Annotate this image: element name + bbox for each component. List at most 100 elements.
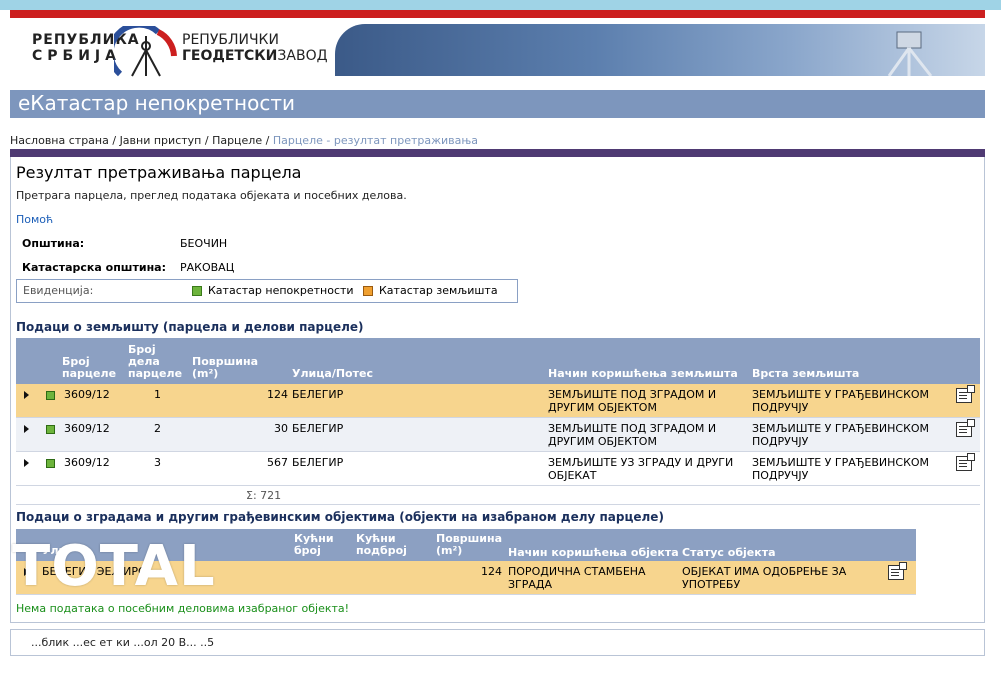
- logo-line-institute: ГЕОДЕТСКИЗАВОД: [182, 48, 328, 64]
- cell-street: БЕЛЕГИР: [292, 422, 344, 435]
- area-sum: Σ: 721: [246, 489, 282, 502]
- cell-usage-l2: ДРУГИМ ОБЈЕКТОМ: [548, 401, 657, 414]
- purple-divider: [10, 149, 985, 157]
- header-red-strip: [10, 10, 985, 18]
- cell-part: 2: [154, 422, 161, 435]
- details-icon[interactable]: [956, 419, 975, 437]
- cell-parcel: 3609/12: [64, 388, 110, 401]
- header-banner-image: [335, 24, 985, 76]
- cell-type-l2: ПОДРУЧЈУ: [752, 435, 809, 448]
- expand-arrow-icon[interactable]: [24, 425, 29, 433]
- orange-square-icon: [363, 286, 373, 296]
- col-house-no-l2: број: [294, 544, 321, 557]
- legend-land-cadastre-label: Катастар земљишта: [379, 284, 498, 297]
- breadcrumb: Насловна страна / Јавни приступ / Парцел…: [10, 134, 478, 147]
- expand-arrow-icon[interactable]: [24, 391, 29, 399]
- cell-area: 30: [274, 422, 288, 435]
- evidence-label: Евиденција:: [23, 284, 94, 297]
- land-table: Број парцеле Број дела парцеле Површина (m²)…: [16, 338, 980, 505]
- cell-street: БЕЛЕГИР: [292, 388, 344, 401]
- footer: ...блик ...ес ет ки ...ол 20 В... ..5: [10, 629, 985, 656]
- land-section-heading: Подаци о земљишту (парцела и делови парц…: [16, 320, 364, 334]
- cell-usage-l1: ЗЕМЉИШТЕ УЗ ЗГРАДУ И ДРУГИ: [548, 456, 734, 469]
- col-land-usage[interactable]: Начин коришћења земљишта: [548, 368, 738, 380]
- green-square-icon: [46, 459, 55, 468]
- col-house-no[interactable]: Кућни број: [294, 533, 334, 557]
- breadcrumb-public-link[interactable]: Јавни приступ: [120, 134, 202, 147]
- cell-building-status-l2: УПОТРЕБУ: [682, 578, 741, 591]
- cell-building-usage-l2: ЗГРАДА: [508, 578, 553, 591]
- logo-text-left: РЕПУБЛИКА СРБИЈА: [32, 32, 140, 64]
- col-house-subno[interactable]: Кућни подброј: [356, 533, 407, 557]
- cell-type: ЗЕМЉИШТЕ У ГРАЂЕВИНСКОМ ПОДРУЧЈУ: [752, 388, 929, 414]
- cell-parcel: 3609/12: [64, 422, 110, 435]
- cell-building-usage-l1: ПОРОДИЧНА СТАМБЕНА: [508, 565, 646, 578]
- cell-building-status: ОБЈЕКАТ ИМА ОДОБРЕЊЕ ЗА УПОТРЕБУ: [682, 565, 846, 591]
- app-title: еКатастар непокретности: [18, 91, 296, 115]
- green-square-icon: [46, 425, 55, 434]
- logo-text-right: РЕПУБЛИЧКИ ГЕОДЕТСКИЗАВОД: [182, 32, 328, 64]
- details-icon[interactable]: [888, 562, 907, 580]
- cell-building-usage: ПОРОДИЧНА СТАМБЕНА ЗГРАДА: [508, 565, 646, 591]
- cell-usage: ЗЕМЉИШТЕ ПОД ЗГРАДОМ И ДРУГИМ ОБЈЕКТОМ: [548, 422, 716, 448]
- col-house-subno-l2: подброј: [356, 544, 407, 557]
- breadcrumb-separator: /: [262, 134, 273, 147]
- cell-usage: ЗЕМЉИШТЕ ПОД ЗГРАДОМ И ДРУГИМ ОБЈЕКТОМ: [548, 388, 716, 414]
- col-part-no-l3: парцеле: [128, 367, 183, 380]
- land-table-header: Број парцеле Број дела парцеле Површина (m²)…: [16, 338, 980, 384]
- col-building-area[interactable]: Површина (m²): [436, 533, 502, 557]
- table-row[interactable]: 3609/12 2 30 БЕЛЕГИР ЗЕМЉИШТЕ ПОД ЗГРАДО…: [16, 418, 980, 452]
- footer-copyright: ...блик ...ес ет ки ...ол 20 В... ..5: [31, 636, 215, 649]
- col-area-l2: (m²): [192, 367, 219, 380]
- logo-line-republic: РЕПУБЛИКА: [32, 32, 140, 48]
- cell-part: 1: [154, 388, 161, 401]
- land-sum-row: Σ: 721: [16, 486, 980, 505]
- cell-usage-l1: ЗЕМЉИШТЕ ПОД ЗГРАДОМ И: [548, 422, 717, 435]
- cell-usage-l2: ДРУГИМ ОБЈЕКТОМ: [548, 435, 657, 448]
- page-title: Резултат претраживања парцела: [16, 163, 302, 182]
- legend-real-estate-label: Катастар непокретности: [208, 284, 354, 297]
- cell-type-l1: ЗЕМЉИШТЕ У ГРАЂЕВИНСКОМ: [752, 456, 930, 469]
- col-building-area-l2: (m²): [436, 544, 463, 557]
- table-row[interactable]: 3609/12 1 124 БЕЛЕГИР ЗЕМЉИШТЕ ПОД ЗГРАД…: [16, 384, 980, 418]
- details-icon[interactable]: [956, 453, 975, 471]
- col-building-usage[interactable]: Начин коришћења објекта: [508, 547, 679, 559]
- logo-line-serbia: СРБИЈА: [32, 48, 121, 64]
- cell-area: 567: [267, 456, 288, 469]
- breadcrumb-parcels-link[interactable]: Парцеле: [212, 134, 262, 147]
- col-part-no[interactable]: Број дела парцеле: [128, 344, 182, 380]
- logo-word-geodetic: ГЕОДЕТСКИ: [182, 48, 278, 64]
- logo-line-republican: РЕПУБЛИЧКИ: [182, 32, 279, 48]
- cell-building-status-l1: ОБЈЕКАТ ИМА ОДОБРЕЊЕ ЗА: [682, 565, 847, 578]
- breadcrumb-separator: /: [201, 134, 213, 147]
- cell-usage-l2: ОБЈЕКАТ: [548, 469, 597, 482]
- page-subtitle: Претрага парцела, преглед података објек…: [16, 189, 407, 202]
- evidence-legend: Евиденција: Катастар непокретности Катас…: [16, 279, 518, 303]
- municipality-label: Општина:: [22, 237, 85, 250]
- col-area[interactable]: Површина (m²): [192, 356, 258, 380]
- cell-street: БЕЛЕГИР: [292, 456, 344, 469]
- cell-type-l1: ЗЕМЉИШТЕ У ГРАЂЕВИНСКОМ: [752, 422, 930, 435]
- help-link[interactable]: Помоћ: [16, 213, 53, 226]
- breadcrumb-home-link[interactable]: Насловна страна: [10, 134, 109, 147]
- cell-type-l2: ПОДРУЧЈУ: [752, 469, 809, 482]
- cell-usage: ЗЕМЉИШТЕ УЗ ЗГРАДУ И ДРУГИ ОБЈЕКАТ: [548, 456, 733, 482]
- col-parcel-no-l2: парцеле: [62, 367, 117, 380]
- expand-arrow-icon[interactable]: [24, 459, 29, 467]
- col-street[interactable]: Улица/Потес: [292, 368, 373, 380]
- logo-word-institute: ЗАВОД: [277, 48, 328, 64]
- no-parts-notice: Нема података о посебним деловима изабра…: [16, 602, 350, 615]
- col-land-type[interactable]: Врста земљишта: [752, 368, 859, 380]
- cell-type: ЗЕМЉИШТЕ У ГРАЂЕВИНСКОМ ПОДРУЧЈУ: [752, 456, 929, 482]
- col-building-status[interactable]: Статус објекта: [682, 547, 776, 559]
- breadcrumb-current: Парцеле - резултат претраживања: [272, 134, 479, 147]
- table-row[interactable]: 3609/12 3 567 БЕЛЕГИР ЗЕМЉИШТЕ УЗ ЗГРАДУ…: [16, 452, 980, 486]
- breadcrumb-separator: /: [108, 134, 120, 147]
- green-square-icon: [46, 391, 55, 400]
- watermark-overlay-text: TOTAL: [12, 534, 216, 599]
- col-parcel-no[interactable]: Број парцеле: [62, 356, 116, 380]
- municipality-value: БЕОЧИН: [180, 237, 228, 250]
- details-icon[interactable]: [956, 385, 975, 403]
- cell-parcel: 3609/12: [64, 456, 110, 469]
- cell-usage-l1: ЗЕМЉИШТЕ ПОД ЗГРАДОМ И: [548, 388, 717, 401]
